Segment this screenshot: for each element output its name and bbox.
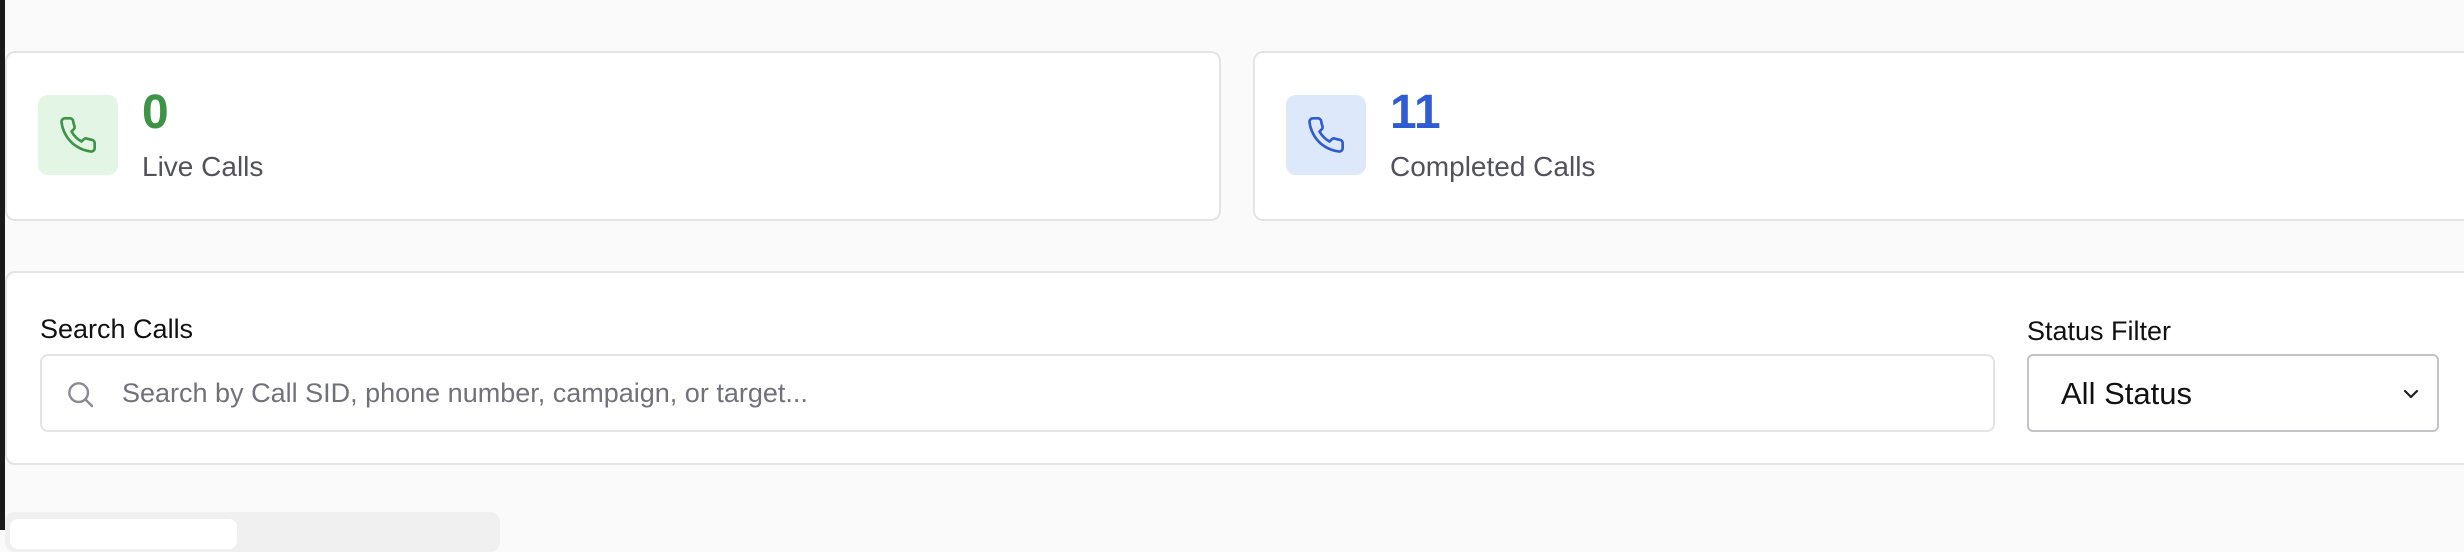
search-icon bbox=[68, 382, 94, 408]
live-calls-icon-box bbox=[38, 95, 118, 175]
live-calls-count: 0 bbox=[142, 86, 169, 139]
tab-active[interactable] bbox=[10, 519, 237, 549]
status-filter-value: All Status bbox=[2061, 376, 2192, 411]
completed-calls-card: 11 Completed Calls bbox=[1253, 51, 2464, 221]
search-calls-label: Search Calls bbox=[40, 314, 194, 344]
status-filter-select[interactable]: All Status bbox=[2027, 354, 2439, 432]
filter-panel: Search Calls Status Filter All Status bbox=[5, 271, 2464, 465]
completed-calls-count: 11 bbox=[1390, 86, 1441, 139]
search-input[interactable] bbox=[122, 356, 1972, 430]
chevron-down-icon bbox=[2403, 389, 2419, 399]
phone-icon bbox=[60, 117, 97, 153]
search-box[interactable] bbox=[40, 354, 1995, 432]
completed-calls-icon-box bbox=[1286, 95, 1366, 175]
live-calls-card: 0 Live Calls bbox=[5, 51, 1221, 221]
live-calls-label: Live Calls bbox=[142, 151, 264, 182]
status-filter-label: Status Filter bbox=[2027, 316, 2172, 346]
phone-icon bbox=[1308, 117, 1345, 153]
completed-calls-label: Completed Calls bbox=[1390, 151, 1596, 182]
